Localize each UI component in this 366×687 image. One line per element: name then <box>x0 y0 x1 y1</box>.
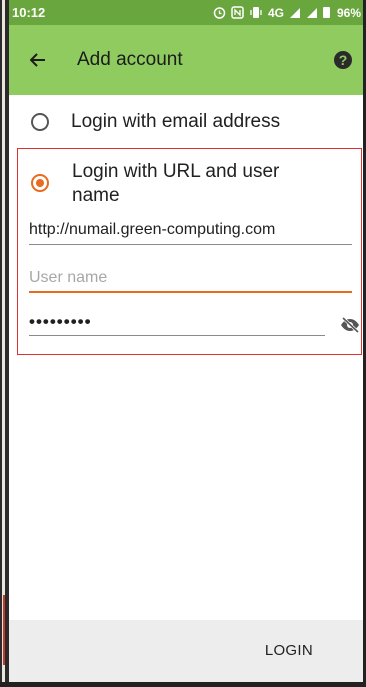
arrow-back-icon <box>30 53 45 67</box>
status-icons: 4G 96% <box>213 6 361 20</box>
help-icon: ? <box>334 51 352 69</box>
password-field-underline <box>29 335 325 336</box>
url-radio-button[interactable] <box>31 174 49 192</box>
email-radio-button[interactable] <box>31 113 49 131</box>
status-time: 10:12 <box>12 5 46 20</box>
back-button[interactable] <box>9 25 65 95</box>
status-bar: 10:12 4G 96% <box>9 0 363 25</box>
phone-screen: 10:12 4G 96% Add account ? Login with em… <box>9 0 363 682</box>
vibrate-icon <box>250 7 262 18</box>
help-button[interactable]: ? <box>323 25 363 95</box>
nfc-icon <box>231 6 244 19</box>
alarm-icon <box>213 7 226 19</box>
login-button[interactable]: LOGIN <box>265 642 313 659</box>
page-title: Add account <box>77 49 183 70</box>
window-frame-bottom <box>0 682 366 687</box>
email-option-label: Login with email address <box>71 111 281 132</box>
visibility-off-icon[interactable] <box>340 317 360 333</box>
frame-strip <box>2 0 5 687</box>
frame-red-mark <box>3 595 5 665</box>
username-placeholder: User name <box>29 269 108 286</box>
url-input-value: http://numail.green-computing.com <box>29 221 276 238</box>
window-frame-left <box>0 0 9 687</box>
battery-icon <box>322 7 330 18</box>
battery-percent: 96% <box>336 5 361 20</box>
signal-icon <box>306 7 317 18</box>
login-url-option[interactable]: Login with URL and user name <box>31 160 332 208</box>
url-login-section: Login with URL and user name http://numa… <box>17 148 362 355</box>
url-option-label: Login with URL and user name <box>72 161 280 206</box>
signal-icon <box>289 7 300 18</box>
username-field-underline <box>29 291 352 293</box>
password-value: ••••••••• <box>29 312 92 331</box>
app-bar: Add account ? <box>9 25 363 95</box>
url-field-underline <box>29 244 352 245</box>
network-4g-icon: 4G <box>267 5 284 20</box>
password-field[interactable]: ••••••••• <box>29 312 325 336</box>
username-field[interactable]: User name <box>29 269 352 293</box>
login-email-option[interactable]: Login with email address <box>31 110 280 134</box>
bottom-action-bar: LOGIN <box>9 620 363 682</box>
url-field[interactable]: http://numail.green-computing.com <box>29 221 352 245</box>
